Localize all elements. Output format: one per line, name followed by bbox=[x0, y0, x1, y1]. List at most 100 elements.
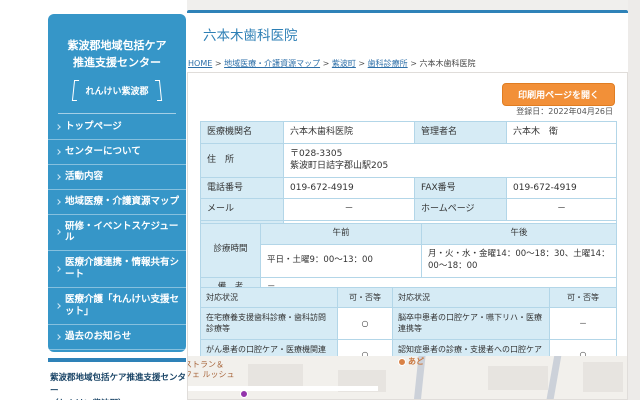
label-homepage: ホームページ bbox=[415, 199, 507, 221]
map-road bbox=[188, 386, 378, 391]
breadcrumb-resource-map[interactable]: 地域医療・介護資源マップ bbox=[224, 59, 320, 68]
value-morning-hours: 平日・土曜9：00～13：00 bbox=[261, 244, 422, 277]
breadcrumb-separator: > bbox=[320, 59, 332, 68]
location-map[interactable]: ストラン＆ フェ ルッシュ あど bbox=[188, 356, 627, 399]
sidebar-item-label: 医療介護連携・情報共有シート bbox=[65, 257, 180, 281]
map-building bbox=[583, 362, 623, 392]
chevron-right-icon bbox=[55, 174, 61, 180]
purple-poi-icon bbox=[240, 390, 248, 398]
table-row: 電話番号 019-672-4919 FAX番号 019-672-4919 bbox=[201, 177, 617, 199]
page-background-top bbox=[187, 0, 628, 10]
sidebar-item-sitemap[interactable]: サイトマップ bbox=[48, 350, 186, 352]
breadcrumb-dental-clinics[interactable]: 歯科診療所 bbox=[368, 59, 408, 68]
label-fax: FAX番号 bbox=[415, 177, 507, 199]
label-phone: 電話番号 bbox=[201, 177, 284, 199]
header-availability-left: 可・否等 bbox=[338, 288, 393, 308]
breadcrumb-separator: > bbox=[356, 59, 368, 68]
sidebar-divider bbox=[58, 113, 176, 114]
chevron-right-icon bbox=[55, 199, 61, 205]
site-title-line2: 推進支援センター bbox=[48, 55, 186, 72]
sidebar-item-label: 医療介護「れんけい支援セット」 bbox=[65, 294, 180, 318]
title-card: 六本木歯科医院 bbox=[187, 10, 628, 52]
sidebar-item-resource-map[interactable]: 地域医療・介護資源マップ bbox=[48, 190, 186, 215]
site-title-line1: 紫波郡地域包括ケア bbox=[48, 38, 186, 55]
site-badge: れんけい紫波郡 bbox=[73, 80, 160, 101]
breadcrumb-separator: > bbox=[212, 59, 224, 68]
label-address: 住 所 bbox=[201, 143, 284, 177]
site-title: 紫波郡地域包括ケア 推進支援センター bbox=[48, 38, 186, 71]
label-clinic-name: 医療機関名 bbox=[201, 122, 284, 144]
item-stroke-oral-care: 脳卒中患者の口腔ケア・嚥下リハ・医療連携等 bbox=[393, 308, 550, 339]
registration-date: 登録日：2022年04月26日 bbox=[516, 106, 613, 117]
value-homepage: － bbox=[507, 199, 617, 221]
map-restaurant-label-line1: ストラン＆ bbox=[188, 360, 235, 370]
breadcrumb-separator: > bbox=[408, 59, 420, 68]
footer-org-name: 紫波郡地域包括ケア推進支援センター bbox=[50, 372, 190, 398]
header-afternoon: 午後 bbox=[422, 224, 617, 245]
sidebar-item-label: 過去のお知らせ bbox=[65, 331, 131, 343]
sidebar-item-label: センターについて bbox=[65, 146, 141, 158]
main-panel: 印刷用ページを開く 登録日：2022年04月26日 医療機関名 六本木歯科医院 … bbox=[187, 72, 628, 400]
status-stroke-oral-care: － bbox=[550, 308, 617, 339]
header-morning: 午前 bbox=[261, 224, 422, 245]
sidebar-footer: 紫波郡地域包括ケア推進支援センター （れんけい紫波郡） 〒028-3614 bbox=[50, 372, 190, 400]
map-poi-label-text: あど bbox=[408, 357, 424, 366]
chevron-right-icon bbox=[55, 334, 61, 340]
print-page-button[interactable]: 印刷用ページを開く bbox=[502, 83, 615, 106]
header-availability-right: 可・否等 bbox=[550, 288, 617, 308]
sidebar-item-info-sharing-sheet[interactable]: 医療介護連携・情報共有シート bbox=[48, 251, 186, 288]
chevron-right-icon bbox=[55, 303, 61, 309]
sidebar-item-label: トップページ bbox=[65, 121, 122, 133]
sidebar-menu: トップページ センターについて 活動内容 地域医療・介護資源マップ 研修・イベン… bbox=[48, 115, 186, 352]
header-support-status-left: 対応状況 bbox=[201, 288, 338, 308]
sidebar: 紫波郡地域包括ケア 推進支援センター れんけい紫波郡 トップページ センターにつ… bbox=[48, 14, 186, 352]
page: 紫波郡地域包括ケア 推進支援センター れんけい紫波郡 トップページ センターにつ… bbox=[0, 0, 640, 400]
table-row: 在宅療養支援歯科診療・歯科訪問診療等 ○ 脳卒中患者の口腔ケア・嚥下リハ・医療連… bbox=[201, 308, 617, 339]
bracket-left-icon bbox=[72, 80, 79, 101]
sidebar-item-about-center[interactable]: センターについて bbox=[48, 140, 186, 165]
map-restaurant-label: ストラン＆ フェ ルッシュ bbox=[188, 360, 235, 379]
value-address: 〒028-3305 紫波町日詰字郡山駅205 bbox=[284, 143, 617, 177]
table-row: 平日・土曜9：00～13：00 月・火・水・金曜14：00～18：30、土曜14… bbox=[201, 244, 617, 277]
value-mail: － bbox=[284, 199, 415, 221]
page-background-right bbox=[628, 0, 640, 400]
breadcrumb-current: 六本木歯科医院 bbox=[419, 59, 475, 68]
map-poi-label: あど bbox=[398, 357, 424, 367]
label-mail: メール bbox=[201, 199, 284, 221]
table-row: 対応状況 可・否等 対応状況 可・否等 bbox=[201, 288, 617, 308]
address-postal: 〒028-3305 bbox=[290, 148, 610, 161]
label-manager-name: 管理者名 bbox=[415, 122, 507, 144]
sidebar-item-label: 地域医療・介護資源マップ bbox=[65, 196, 179, 208]
bracket-right-icon bbox=[154, 80, 161, 101]
sidebar-footer-divider bbox=[48, 358, 186, 362]
table-row: 住 所 〒028-3305 紫波町日詰字郡山駅205 bbox=[201, 143, 617, 177]
value-clinic-name: 六本木歯科医院 bbox=[284, 122, 415, 144]
value-afternoon-hours: 月・火・水・金曜14：00～18：30、土曜14：00～18：00 bbox=[422, 244, 617, 277]
sidebar-item-support-set[interactable]: 医療介護「れんけい支援セット」 bbox=[48, 288, 186, 325]
chevron-right-icon bbox=[55, 266, 61, 272]
sidebar-item-top-page[interactable]: トップページ bbox=[48, 115, 186, 140]
map-building bbox=[488, 366, 548, 390]
restaurant-poi-icon bbox=[398, 358, 406, 366]
sidebar-item-past-news[interactable]: 過去のお知らせ bbox=[48, 325, 186, 350]
breadcrumb-home[interactable]: HOME bbox=[188, 59, 212, 68]
chevron-right-icon bbox=[55, 149, 61, 155]
value-manager-name: 六本木 衛 bbox=[507, 122, 617, 144]
sidebar-item-activities[interactable]: 活動内容 bbox=[48, 165, 186, 190]
address-street: 紫波町日詰字郡山駅205 bbox=[290, 160, 610, 173]
item-home-dental-care: 在宅療養支援歯科診療・歯科訪問診療等 bbox=[201, 308, 338, 339]
sidebar-item-event-schedule[interactable]: 研修・イベントスケジュール bbox=[48, 215, 186, 252]
header-support-status-right: 対応状況 bbox=[393, 288, 550, 308]
chevron-right-icon bbox=[55, 124, 61, 130]
breadcrumb-shiwa-town[interactable]: 紫波町 bbox=[332, 59, 356, 68]
map-restaurant-label-line2: フェ ルッシュ bbox=[188, 370, 235, 380]
chevron-right-icon bbox=[55, 230, 61, 236]
table-row: 診療時間 午前 午後 bbox=[201, 224, 617, 245]
table-row: メール － ホームページ － bbox=[201, 199, 617, 221]
site-badge-wrap: れんけい紫波郡 bbox=[48, 79, 186, 101]
sidebar-item-label: 研修・イベントスケジュール bbox=[65, 221, 180, 245]
value-phone: 019-672-4919 bbox=[284, 177, 415, 199]
page-title: 六本木歯科医院 bbox=[203, 24, 628, 44]
breadcrumb: HOME > 地域医療・介護資源マップ > 紫波町 > 歯科診療所 > 六本木歯… bbox=[188, 58, 628, 69]
table-row: 医療機関名 六本木歯科医院 管理者名 六本木 衛 bbox=[201, 122, 617, 144]
